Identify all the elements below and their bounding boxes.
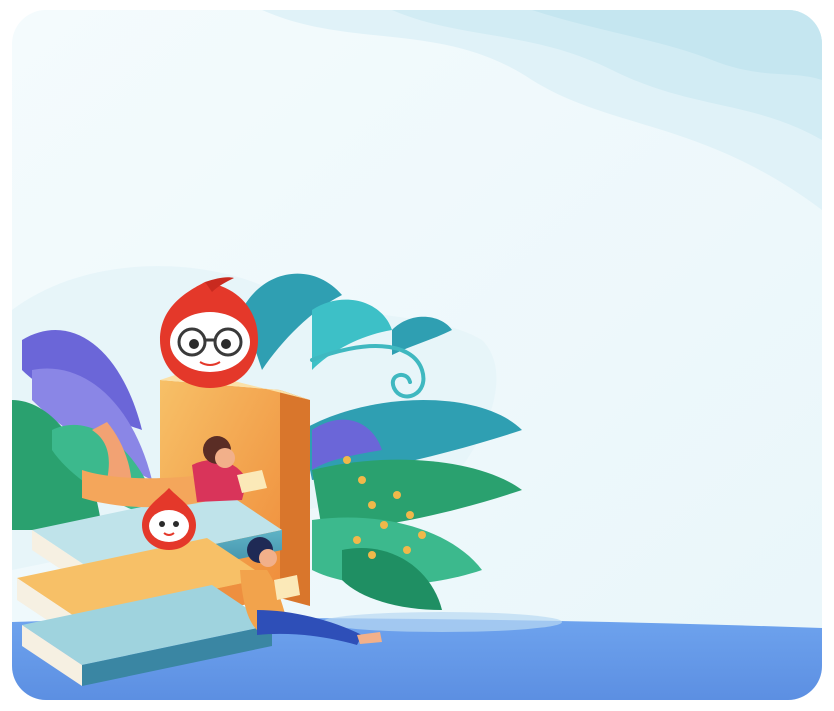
ground-shadow (322, 612, 562, 632)
illustration-card (12, 10, 822, 700)
reading-illustration (12, 10, 822, 700)
standing-book-spine (280, 390, 310, 606)
